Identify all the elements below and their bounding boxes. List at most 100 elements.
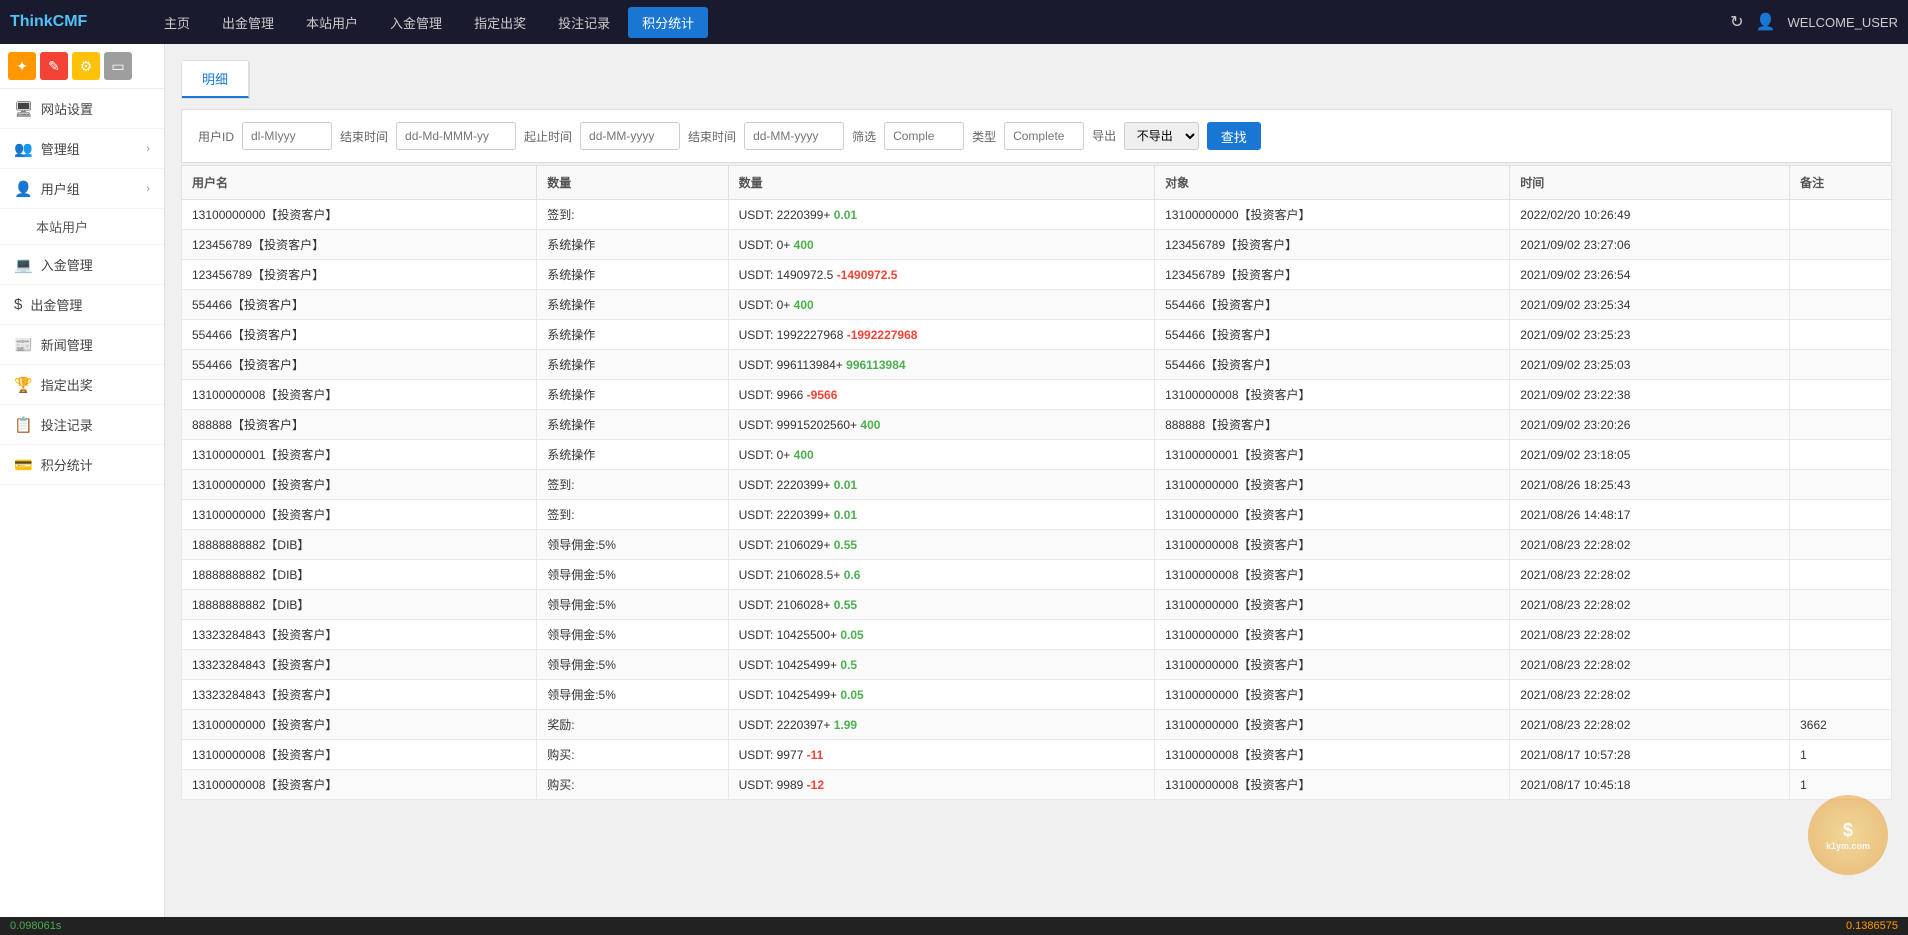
cell-amount: USDT: 1490972.5 -1490972.5 xyxy=(728,260,1154,290)
starttime-input[interactable] xyxy=(580,122,680,150)
cell-change: -1992227968 xyxy=(847,328,918,342)
cell-action: 领导佣金:5% xyxy=(537,620,728,650)
table-row: 888888【投资客户】 系统操作 USDT: 99915202560+ 400… xyxy=(182,410,1892,440)
table-row: 13100000000【投资客户】 奖励: USDT: 2220397+ 1.9… xyxy=(182,710,1892,740)
table-row: 13323284843【投资客户】 领导佣金:5% USDT: 10425500… xyxy=(182,620,1892,650)
cell-target: 13100000000【投资客户】 xyxy=(1155,680,1510,710)
table-row: 13100000008【投资客户】 购买: USDT: 9989 -12 131… xyxy=(182,770,1892,800)
cell-target: 554466【投资客户】 xyxy=(1155,290,1510,320)
nav-items: 主页出金管理本站用户入金管理指定出奖投注记录积分统计 xyxy=(150,7,1730,38)
cell-username: 13323284843【投资客户】 xyxy=(182,620,537,650)
cell-remark xyxy=(1790,500,1892,530)
cell-target: 13100000008【投资客户】 xyxy=(1155,530,1510,560)
username: WELCOME_USER xyxy=(1787,15,1898,30)
nav-item-积分统计[interactable]: 积分统计 xyxy=(628,7,708,38)
data-table: 用户名 数量 数量 对象 时间 备注 13100000000【投资客户】 签到:… xyxy=(181,165,1892,800)
cell-action: 系统操作 xyxy=(537,350,728,380)
sidebar-icon-8: 💳 xyxy=(14,456,33,474)
nav-item-本站用户[interactable]: 本站用户 xyxy=(292,7,372,38)
nav-item-入金管理[interactable]: 入金管理 xyxy=(376,7,456,38)
add-button[interactable]: ✦ xyxy=(8,52,36,80)
top-nav: ThinkCMF 主页出金管理本站用户入金管理指定出奖投注记录积分统计 ↻ 👤 … xyxy=(0,0,1908,44)
edit-button[interactable]: ✎ xyxy=(40,52,68,80)
sidebar-toolbar: ✦ ✎ ⚙ ▭ xyxy=(0,44,164,89)
cell-username: 13100000008【投资客户】 xyxy=(182,740,537,770)
sidebar-item-8[interactable]: 💳 积分统计 xyxy=(0,445,164,485)
cell-time: 2021/08/23 22:28:02 xyxy=(1510,680,1790,710)
cell-amount: USDT: 0+ 400 xyxy=(728,290,1154,320)
cell-username: 13100000008【投资客户】 xyxy=(182,380,537,410)
nav-item-主页[interactable]: 主页 xyxy=(150,7,204,38)
col-target: 对象 xyxy=(1155,166,1510,200)
cell-username: 554466【投资客户】 xyxy=(182,290,537,320)
cell-username: 554466【投资客户】 xyxy=(182,350,537,380)
table-row: 123456789【投资客户】 系统操作 USDT: 1490972.5 -14… xyxy=(182,260,1892,290)
cell-remark: 3662 xyxy=(1790,710,1892,740)
cell-change: 0.5 xyxy=(840,658,857,672)
cell-action: 奖励: xyxy=(537,710,728,740)
cell-time: 2021/08/23 22:28:02 xyxy=(1510,590,1790,620)
table-row: 13100000001【投资客户】 系统操作 USDT: 0+ 400 1310… xyxy=(182,440,1892,470)
nav-item-出金管理[interactable]: 出金管理 xyxy=(208,7,288,38)
sidebar-item-7[interactable]: 📋 投注记录 xyxy=(0,405,164,445)
cell-amount: USDT: 0+ 400 xyxy=(728,440,1154,470)
sidebar-label-7: 投注记录 xyxy=(41,415,93,434)
sidebar-item-1[interactable]: 👥 管理组 › xyxy=(0,129,164,169)
endtime2-input[interactable] xyxy=(744,122,844,150)
cell-amount: USDT: 996113984+ 996113984 xyxy=(728,350,1154,380)
settings-button[interactable]: ⚙ xyxy=(72,52,100,80)
cell-action: 系统操作 xyxy=(537,410,728,440)
filter-label: 筛选 xyxy=(852,128,876,145)
mem-usage: 0.1386575 xyxy=(1846,920,1898,932)
table-row: 554466【投资客户】 系统操作 USDT: 0+ 400 554466【投资… xyxy=(182,290,1892,320)
export-select[interactable]: 不导出 导出 xyxy=(1124,122,1199,150)
cell-remark xyxy=(1790,290,1892,320)
cell-amount: USDT: 2220399+ 0.01 xyxy=(728,470,1154,500)
table-row: 123456789【投资客户】 系统操作 USDT: 0+ 400 123456… xyxy=(182,230,1892,260)
sidebar-item-0[interactable]: 🖥 网站设置 xyxy=(0,89,164,129)
table-body: 13100000000【投资客户】 签到: USDT: 2220399+ 0.0… xyxy=(182,200,1892,800)
cell-username: 13323284843【投资客户】 xyxy=(182,680,537,710)
cell-target: 123456789【投资客户】 xyxy=(1155,230,1510,260)
cell-username: 888888【投资客户】 xyxy=(182,410,537,440)
refresh-icon[interactable]: ↻ xyxy=(1730,12,1743,32)
nav-item-指定出奖[interactable]: 指定出奖 xyxy=(460,7,540,38)
top-right: ↻ 👤 WELCOME_USER xyxy=(1730,12,1898,32)
table-row: 13100000000【投资客户】 签到: USDT: 2220399+ 0.0… xyxy=(182,200,1892,230)
sidebar-icon-1: 👥 xyxy=(14,140,33,158)
sidebar-item-3[interactable]: 💻 入金管理 xyxy=(0,245,164,285)
userid-input[interactable] xyxy=(242,122,332,150)
endtime-input[interactable] xyxy=(396,122,516,150)
cell-change: 0.55 xyxy=(834,538,857,552)
cell-amount: USDT: 2220399+ 0.01 xyxy=(728,500,1154,530)
table-row: 554466【投资客户】 系统操作 USDT: 996113984+ 99611… xyxy=(182,350,1892,380)
endtime-label: 结束时间 xyxy=(340,128,388,145)
col-action: 数量 xyxy=(537,166,728,200)
cell-remark xyxy=(1790,560,1892,590)
cell-remark xyxy=(1790,470,1892,500)
sidebar: ✦ ✎ ⚙ ▭ 🖥 网站设置 👥 管理组 ›👤 用户组 ›本站用户💻 入金管理 … xyxy=(0,44,165,935)
cell-username: 123456789【投资客户】 xyxy=(182,230,537,260)
sidebar-item-4[interactable]: $ 出金管理 xyxy=(0,285,164,325)
sidebar-icon-0: 🖥 xyxy=(14,100,33,118)
complete-filter-input[interactable] xyxy=(884,122,964,150)
sidebar-sub-item-2-0[interactable]: 本站用户 xyxy=(0,209,164,245)
sidebar-item-5[interactable]: 📰 新闻管理 xyxy=(0,325,164,365)
arrow-icon-1: › xyxy=(146,143,150,155)
nav-item-投注记录[interactable]: 投注记录 xyxy=(544,7,624,38)
tab-detail[interactable]: 明细 xyxy=(182,61,249,98)
cell-amount: USDT: 2106029+ 0.55 xyxy=(728,530,1154,560)
cell-action: 系统操作 xyxy=(537,290,728,320)
cell-target: 13100000008【投资客户】 xyxy=(1155,770,1510,800)
starttime-label: 起止时间 xyxy=(524,128,572,145)
sidebar-item-2[interactable]: 👤 用户组 › xyxy=(0,169,164,209)
cell-amount: USDT: 2220399+ 0.01 xyxy=(728,200,1154,230)
cell-target: 13100000000【投资客户】 xyxy=(1155,590,1510,620)
sidebar-item-6[interactable]: 🏆 指定出奖 xyxy=(0,365,164,405)
cell-time: 2021/08/26 14:48:17 xyxy=(1510,500,1790,530)
search-button[interactable]: 查找 xyxy=(1207,122,1261,150)
cell-amount: USDT: 10425499+ 0.05 xyxy=(728,680,1154,710)
cell-remark xyxy=(1790,200,1892,230)
type-input[interactable] xyxy=(1004,122,1084,150)
layout-button[interactable]: ▭ xyxy=(104,52,132,80)
